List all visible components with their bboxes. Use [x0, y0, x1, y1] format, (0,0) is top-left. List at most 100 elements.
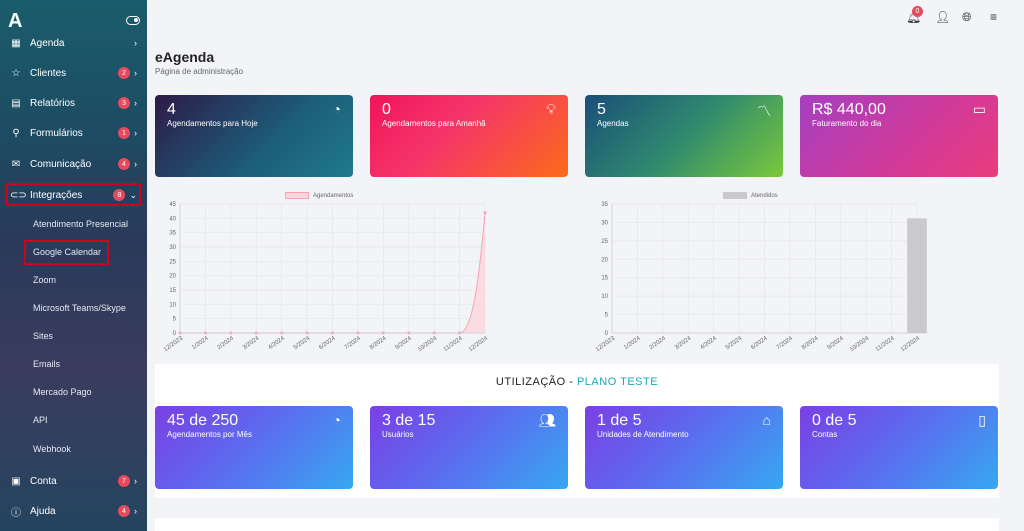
sidebar-item-clientes[interactable]: ☆ Clientes 2 › [0, 62, 147, 84]
y-tick-label: 35 [169, 231, 176, 237]
sidebar-badge: 3 [118, 97, 130, 109]
envelope-icon: ✉ [11, 158, 21, 170]
sidebar-subitem-sites[interactable]: Sites [33, 331, 53, 341]
sidebar-item-label: Comunicação [30, 158, 92, 170]
chart-agendamentos: 0 5 10 15 20 25 30 35 40 45 12/2023 1/2024 2/2024 3/2… [163, 202, 490, 353]
sidebar-item-label: Agenda [30, 37, 65, 49]
usage-card-users[interactable]: 3 de 15 Usuários 👥︎ [370, 406, 568, 489]
lightbulb-icon: 💡︎ [546, 101, 556, 117]
plan-name[interactable]: PLANO TESTE [577, 376, 658, 388]
y-tick-label: 5 [605, 313, 609, 319]
trend-line-icon: 〽 [757, 103, 771, 119]
y-tick-label: 0 [605, 331, 609, 337]
stat-label: Agendamentos para Amanhã [382, 119, 486, 128]
sidebar-item-conta[interactable]: ▣ Conta 7 › [0, 470, 147, 492]
calendar-icon: ▦ [11, 37, 21, 49]
page-subtitle: Página de administração [155, 67, 244, 76]
x-tick-label: 10/2024 [417, 335, 439, 353]
y-tick-label: 0 [173, 331, 177, 337]
sidebar-subitem-atendimento-presencial[interactable]: Atendimento Presencial [33, 219, 128, 229]
sidebar-subitem-emails[interactable]: Emails [33, 359, 60, 369]
utilization-title-text: UTILIZAÇÃO - [495, 376, 577, 388]
y-tick-label: 30 [169, 245, 176, 251]
pie-chart-icon: ◔ [332, 412, 341, 428]
sidebar-subitem-zoom[interactable]: Zoom [33, 275, 56, 285]
chevron-right-icon: › [134, 506, 137, 516]
y-tick-label: 25 [169, 259, 176, 265]
notebook-icon: ▯ [978, 412, 986, 428]
usage-label: Usuários [382, 430, 414, 439]
x-tick-label: 5/2024 [293, 335, 312, 351]
sidebar-badge: 4 [118, 505, 130, 517]
sidebar-badge: 7 [118, 475, 130, 487]
user-icon[interactable]: 👤︎ [935, 10, 950, 24]
star-icon: ☆ [11, 67, 21, 79]
usage-card-accounts[interactable]: 0 de 5 Contas ▯ [800, 406, 998, 489]
sidebar-item-relatorios[interactable]: ▤ Relatórios 3 › [0, 92, 147, 114]
briefcase-icon: ▣ [11, 475, 21, 487]
home-icon: ⌂ [762, 412, 771, 428]
sidebar-subitem-api[interactable]: API [33, 415, 48, 425]
usage-value: 0 de 5 [812, 412, 857, 429]
sidebar-item-comunicacao[interactable]: ✉ Comunicação 4 › [0, 153, 147, 175]
stat-card-revenue[interactable]: R$ 440,00 Faturamento do dia ▭ [800, 95, 998, 177]
x-tick-label: 5/2024 [725, 335, 744, 351]
y-tick-label: 40 [169, 216, 176, 222]
stat-card-tomorrow[interactable]: 0 Agendamentos para Amanhã 💡︎ [370, 95, 568, 177]
y-tick-label: 35 [601, 202, 608, 208]
sidebar-item-agenda[interactable]: ▦ Agenda › [0, 32, 147, 54]
wallet-icon: ▭ [972, 101, 986, 117]
x-tick-label: 7/2024 [344, 335, 363, 351]
x-tick-label: 7/2024 [776, 335, 795, 351]
chevron-right-icon: › [134, 38, 137, 48]
y-tick-label: 15 [169, 288, 176, 294]
usage-label: Unidades de Atendimento [597, 430, 689, 439]
x-tick-label: 9/2024 [394, 335, 413, 351]
help-icon: ⓘ [11, 507, 21, 519]
chevron-right-icon: › [134, 476, 137, 486]
sidebar-item-formularios[interactable]: ⚲ Formulários 1 › [0, 122, 147, 144]
x-tick-label: 8/2024 [801, 335, 820, 351]
sidebar-subitem-mercado-pago[interactable]: Mercado Pago [33, 387, 92, 397]
usage-card-appointments[interactable]: 45 de 250 Agendamentos por Mês ◔ [155, 406, 353, 489]
stat-card-today[interactable]: 4 Agendamentos para Hoje ◔ [155, 95, 353, 177]
y-tick-label: 25 [601, 239, 608, 245]
sidebar-subitem-webhook[interactable]: Webhook [33, 444, 71, 454]
x-tick-label: 2/2024 [216, 335, 235, 351]
highlight-box-integracoes [6, 183, 141, 206]
usage-value: 3 de 15 [382, 412, 436, 429]
y-tick-label: 20 [169, 274, 176, 280]
x-tick-label: 4/2024 [699, 335, 718, 351]
book-icon: ▤ [11, 97, 21, 109]
sidebar: A ▦ Agenda › ☆ Clientes 2 › ▤ Relatórios… [0, 0, 147, 531]
usage-card-units[interactable]: 1 de 5 Unidades de Atendimento ⌂ [585, 406, 783, 489]
y-tick-label: 10 [601, 294, 608, 300]
chevron-right-icon: › [134, 68, 137, 78]
stat-label: Agendas [597, 119, 629, 128]
sidebar-item-ajuda[interactable]: ⓘ Ajuda 4 › [0, 500, 147, 522]
chevron-right-icon: › [134, 128, 137, 138]
highlight-box-google-calendar [24, 240, 109, 265]
menu-icon[interactable]: ≡ [990, 10, 997, 24]
x-tick-label: 11/2024 [875, 335, 896, 352]
sidebar-badge: 1 [118, 127, 130, 139]
usage-value: 1 de 5 [597, 412, 642, 429]
stat-value: 5 [597, 101, 606, 118]
sidebar-subitem-microsoft-teams[interactable]: Microsoft Teams/Skype [33, 303, 126, 313]
utilization-title: UTILIZAÇÃO - PLANO TESTE [155, 376, 999, 388]
x-tick-label: 12/2024 [900, 335, 922, 353]
sidebar-item-label: Relatórios [30, 97, 76, 109]
users-icon: 👥︎ [538, 412, 556, 428]
y-tick-label: 45 [169, 202, 176, 208]
x-tick-label: 3/2024 [674, 335, 693, 351]
stat-card-agendas[interactable]: 5 Agendas 〽 [585, 95, 783, 177]
x-tick-label: 12/2024 [468, 335, 490, 353]
data-point [483, 211, 487, 215]
globe-icon[interactable]: 🌐︎ [962, 10, 972, 25]
bottom-panel [155, 518, 999, 531]
x-tick-label: 1/2024 [623, 335, 642, 351]
search-icon: ⚲ [12, 127, 20, 139]
stat-value: R$ 440,00 [812, 101, 886, 118]
sidebar-toggle-icon[interactable] [126, 16, 140, 25]
app-logo[interactable]: A [8, 10, 22, 33]
